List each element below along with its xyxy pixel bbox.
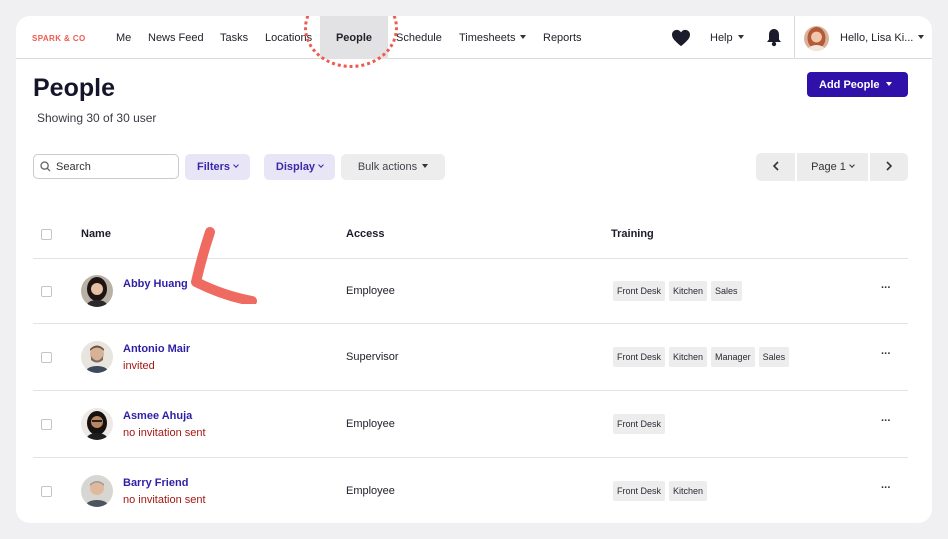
filters-button[interactable]: Filters [185,154,250,180]
row-divider [33,457,908,458]
page-label: Page 1 [811,161,846,173]
help-menu[interactable]: Help [710,16,744,59]
caret-down-icon [520,35,527,40]
access-level: Employee [346,285,395,297]
nav-item-timesheets[interactable]: Timesheets [459,16,527,59]
next-page-button[interactable] [870,153,908,181]
chevron-down-icon [318,162,324,168]
nav-item-reports[interactable]: Reports [543,16,582,59]
training-tag: Kitchen [669,481,708,501]
page-selector[interactable]: Page 1 [797,153,868,181]
nav-item-tasks[interactable]: Tasks [220,16,248,59]
row-checkbox[interactable] [41,352,52,363]
row-more-menu[interactable]: ··· [881,348,891,360]
caret-down-icon [737,35,744,40]
row-more-menu[interactable]: ··· [881,282,891,294]
bulk-actions-button[interactable]: Bulk actions [341,154,445,180]
row-divider [33,323,908,324]
training-tag: Kitchen [669,347,708,367]
training-tags: Front Desk Kitchen Manager Sales [613,347,790,367]
add-people-label: Add People [819,78,880,91]
page-title: People [33,74,115,102]
row-divider [33,258,908,259]
training-tags: Front Desk Kitchen Sales [613,281,742,301]
app-window: SPARK & CO Me News Feed Tasks Locations … [16,16,932,523]
avatar [81,275,113,307]
nav-item-me[interactable]: Me [116,16,131,59]
person-name-link[interactable]: Barry Friend [123,477,188,489]
caret-down-icon [918,35,925,40]
search-input[interactable] [56,159,171,174]
nav-item-schedule[interactable]: Schedule [396,16,442,59]
chevron-down-icon [849,162,855,168]
training-tag: Front Desk [613,281,666,301]
chevron-left-icon [772,160,779,171]
row-checkbox[interactable] [41,419,52,430]
chevron-right-icon [886,160,893,171]
heart-icon[interactable] [671,29,691,47]
column-header-name[interactable]: Name [81,228,111,240]
access-level: Employee [346,485,395,497]
prev-page-button[interactable] [756,153,795,181]
avatar [81,475,113,507]
row-more-menu[interactable]: ··· [881,415,891,427]
person-name-link[interactable]: Antonio Mair [123,343,190,355]
help-label: Help [710,32,733,44]
invite-status: invited [123,360,155,372]
brand-logo[interactable]: SPARK & CO [32,34,86,43]
column-header-access[interactable]: Access [346,228,385,240]
select-all-checkbox[interactable] [41,229,52,240]
nav-item-timesheets-label: Timesheets [459,32,516,44]
row-checkbox[interactable] [41,286,52,297]
nav-item-news-feed[interactable]: News Feed [148,16,204,59]
training-tag: Front Desk [613,481,666,501]
user-menu[interactable]: Hello, Lisa Ki... [840,16,925,59]
bell-icon[interactable] [766,28,782,47]
bulk-actions-label: Bulk actions [357,161,418,173]
avatar [81,341,113,373]
filters-label: Filters [196,161,230,173]
training-tags: Front Desk Kitchen [613,481,708,501]
training-tag: Sales [711,281,742,301]
nav-separator [794,16,795,59]
person-name-link[interactable]: Abby Huang [123,278,188,290]
user-avatar[interactable] [804,26,829,51]
nav-item-locations[interactable]: Locations [265,16,312,59]
search-box[interactable] [33,154,179,179]
add-people-button[interactable]: Add People [807,72,908,97]
invite-status: no invitation sent [123,427,206,439]
display-button[interactable]: Display [264,154,335,180]
training-tags: Front Desk [613,414,666,434]
top-nav: SPARK & CO Me News Feed Tasks Locations … [16,16,932,68]
training-tag: Front Desk [613,414,666,434]
training-tag: Kitchen [669,281,708,301]
row-checkbox[interactable] [41,486,52,497]
user-greeting: Hello, Lisa Ki... [840,32,914,44]
training-tag: Sales [758,347,790,367]
caret-down-icon [422,164,429,169]
column-header-training[interactable]: Training [611,228,654,240]
row-divider [33,390,908,391]
avatar [81,408,113,440]
training-tag: Front Desk [613,347,666,367]
access-level: Supervisor [346,351,399,363]
training-tag: Manager [711,347,755,367]
invite-status: no invitation sent [123,494,206,506]
person-name-link[interactable]: Asmee Ahuja [123,410,192,422]
row-more-menu[interactable]: ··· [881,482,891,494]
search-icon [40,161,51,172]
caret-down-icon [885,81,892,86]
user-count-text: Showing 30 of 30 user [37,111,157,125]
nav-item-people[interactable]: People [320,16,388,59]
arrow-annotation [191,227,257,304]
display-label: Display [275,161,316,173]
access-level: Employee [346,418,395,430]
chevron-down-icon [233,162,239,168]
